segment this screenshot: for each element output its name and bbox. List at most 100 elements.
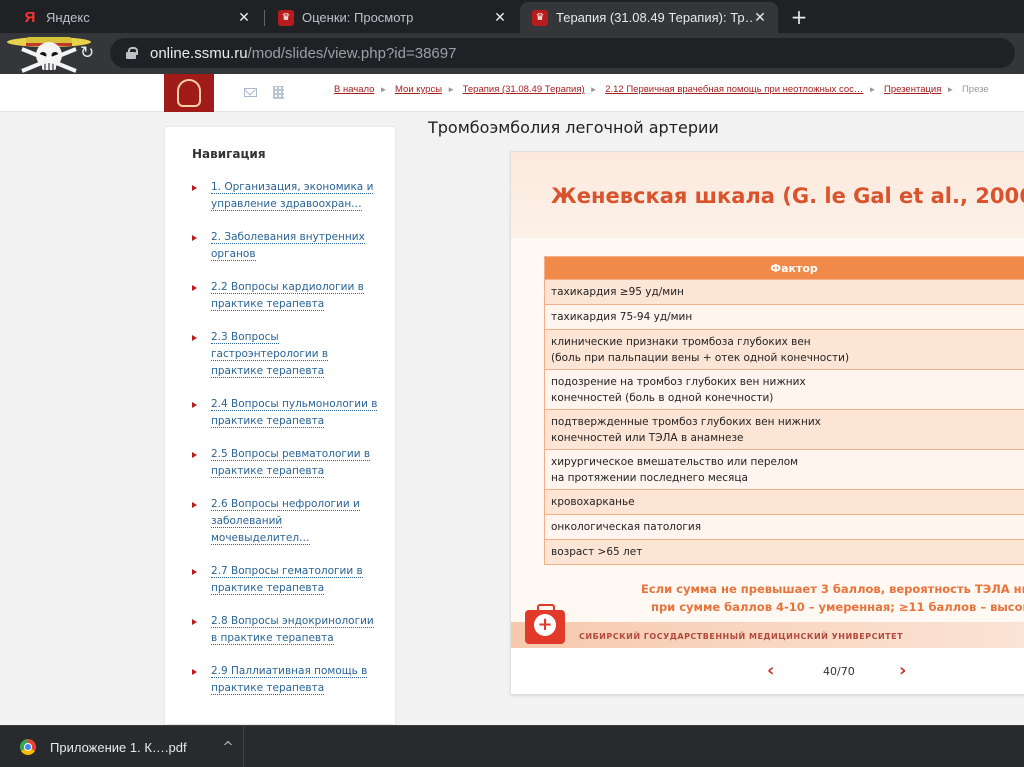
url-host: online.ssmu.ru — [150, 44, 248, 62]
address-bar[interactable]: online.ssmu.ru/mod/slides/view.php?id=38… — [110, 38, 1015, 68]
download-filename[interactable]: Приложение 1. К….pdf — [50, 740, 213, 755]
tab-title: Терапия (31.08.49 Терапия): Тр… — [556, 10, 752, 25]
url-path: /mod/slides/view.php?id=38697 — [247, 44, 457, 62]
triangle-right-icon — [192, 619, 197, 625]
breadcrumb-current: Презе — [961, 84, 989, 95]
table-row: онкологическая патология — [544, 514, 1024, 540]
slide-pager: ‹ 40/70 › — [511, 648, 1024, 694]
table-cell: хирургическое вмешательство или перелом н… — [544, 449, 1024, 490]
table-cell-text: (боль при пальпации вены + отек одной ко… — [551, 351, 850, 364]
triangle-right-icon — [192, 185, 197, 191]
close-icon[interactable]: ✕ — [752, 9, 768, 26]
mail-icon[interactable] — [244, 88, 257, 97]
table-row: подтвержденные тромбоз глубоких вен нижн… — [544, 409, 1024, 450]
crest-icon — [177, 79, 201, 107]
nav-item[interactable]: 2.8 Вопросы эндокринологии в практике те… — [192, 613, 382, 647]
navigation-block: Навигация 1. Организация, экономика и уп… — [164, 126, 396, 725]
university-name: СИБИРСКИЙ ГОСУДАРСТВЕННЫЙ МЕДИЦИНСКИЙ УН… — [579, 632, 904, 641]
nav-item[interactable]: 2.5 Вопросы ревматологии в практике тера… — [192, 446, 382, 480]
close-icon[interactable]: ✕ — [492, 9, 508, 26]
breadcrumb-separator: ► — [946, 85, 955, 94]
previous-slide-button[interactable]: ‹ — [767, 660, 774, 681]
table-cell-text: клинические признаки тромбоза глубоких в… — [551, 335, 811, 348]
ssmu-logo[interactable] — [164, 74, 214, 112]
nav-item-label[interactable]: 2.3 Вопросы гастроэнтерологии в практике… — [211, 331, 329, 378]
table-cell-text: кровохарканье — [551, 496, 635, 508]
triangle-right-icon — [192, 335, 197, 341]
close-icon[interactable]: ✕ — [236, 9, 252, 26]
table-cell: тахикардия 75-94 уд/мин — [544, 304, 1024, 330]
browser-toolbar: ↻ online.ssmu.ru/mod/slides/view.php?id=… — [0, 33, 1024, 74]
nav-item[interactable]: 2.4 Вопросы пульмонологии в практике тер… — [192, 396, 382, 430]
tab-strip: Я Яндекс ✕ ♛ Оценки: Просмотр ✕ ♛ Терапи… — [0, 0, 1024, 33]
ssmu-icon: ♛ — [532, 9, 548, 26]
nav-item[interactable]: 2.2 Вопросы кардиологии в практике терап… — [192, 279, 382, 313]
triangle-right-icon — [192, 285, 197, 291]
tab-title: Оценки: Просмотр — [302, 10, 414, 25]
breadcrumb-section[interactable]: 2.12 Первичная врачебная помощь при неот… — [605, 84, 863, 95]
slide-note-line: при сумме баллов 4-10 – умеренная; ≥11 б… — [651, 600, 1024, 614]
table-row: возраст >65 лет — [544, 539, 1024, 565]
breadcrumb-separator: ► — [868, 85, 877, 94]
tab-yandex[interactable]: Я Яндекс ✕ — [10, 2, 262, 33]
slide-counter: 40/70 — [823, 665, 855, 678]
ssmu-icon: ♛ — [278, 9, 294, 26]
nav-item[interactable]: 2.7 Вопросы гематологии в практике терап… — [192, 563, 382, 597]
triangle-right-icon — [192, 402, 197, 408]
table-cell: онкологическая патология — [544, 514, 1024, 540]
table-cell: кровохарканье — [544, 489, 1024, 515]
triangle-right-icon — [192, 569, 197, 575]
nav-item[interactable]: 2. Заболевания внутренних органов — [192, 229, 382, 263]
breadcrumb-course[interactable]: Терапия (31.08.49 Терапия) — [463, 84, 585, 95]
tab-divider — [264, 10, 265, 26]
nav-item-label[interactable]: 2.9 Паллиативная помощь в практике терап… — [211, 665, 368, 695]
nav-item-label[interactable]: 2.2 Вопросы кардиологии в практике терап… — [211, 281, 364, 311]
nav-item-label[interactable]: 2.4 Вопросы пульмонологии в практике тер… — [211, 398, 378, 428]
new-tab-button[interactable]: + — [786, 4, 812, 30]
nav-item-label[interactable]: 2.7 Вопросы гематологии в практике терап… — [211, 565, 363, 595]
triangle-right-icon — [192, 502, 197, 508]
download-bar: Приложение 1. К….pdf ^ — [0, 725, 1024, 767]
next-slide-button[interactable]: › — [899, 660, 906, 681]
table-cell-text: хирургическое вмешательство или перелом — [551, 455, 799, 468]
tab-therapy[interactable]: ♛ Терапия (31.08.49 Терапия): Тр… ✕ — [520, 2, 778, 33]
nav-item[interactable]: 2.6 Вопросы нефрологии и заболеваний моч… — [192, 496, 382, 547]
grid-icon[interactable] — [273, 86, 284, 99]
navigation-title: Навигация — [192, 147, 266, 161]
table-cell-text: тахикардия 75-94 уд/мин — [551, 311, 693, 323]
triangle-right-icon — [192, 669, 197, 675]
nav-item-label[interactable]: 2.8 Вопросы эндокринологии в практике те… — [211, 615, 374, 645]
nav-item[interactable]: 2.3 Вопросы гастроэнтерологии в практике… — [192, 329, 382, 380]
breadcrumb: В начало ► Мои курсы ► Терапия (31.08.49 Т… — [334, 84, 989, 95]
nav-item-label[interactable]: 2.6 Вопросы нефрологии и заболеваний моч… — [211, 498, 360, 545]
triangle-right-icon — [192, 235, 197, 241]
nav-item-label[interactable]: 2.5 Вопросы ревматологии в практике тера… — [211, 448, 371, 478]
table-cell: клинические признаки тромбоза глубоких в… — [544, 329, 1024, 370]
chevron-up-icon[interactable]: ^ — [213, 740, 243, 755]
reload-button[interactable]: ↻ — [80, 43, 94, 63]
lock-icon — [126, 47, 138, 59]
nav-item[interactable]: 1. Организация, экономика и управление з… — [192, 179, 382, 213]
table-cell: подозрение на тромбоз глубоких вен нижни… — [544, 369, 1024, 410]
nav-item-label[interactable]: 2. Заболевания внутренних органов — [211, 231, 365, 261]
table-cell-text: возраст >65 лет — [551, 546, 643, 558]
table-cell-text: онкологическая патология — [551, 521, 702, 533]
breadcrumb-separator: ► — [447, 85, 455, 94]
nav-item-label[interactable]: 1. Организация, экономика и управление з… — [211, 181, 374, 211]
page-viewport: В начало ► Мои курсы ► Терапия (31.08.49 Т… — [0, 74, 1024, 725]
table-cell-text: тахикардия ≥95 уд/мин — [551, 286, 684, 298]
download-item[interactable]: Приложение 1. К….pdf ^ — [0, 726, 244, 767]
breadcrumb-my-courses[interactable]: Мои курсы — [395, 84, 442, 95]
breadcrumb-home[interactable]: В начало — [334, 84, 374, 95]
tab-grades[interactable]: ♛ Оценки: Просмотр ✕ — [266, 2, 518, 33]
first-aid-kit-icon — [525, 604, 565, 644]
table-cell-text: подозрение на тромбоз глубоких вен нижни… — [551, 375, 806, 388]
triangle-right-icon — [192, 452, 197, 458]
table-cell-text: подтвержденные тромбоз глубоких вен нижн… — [551, 415, 821, 428]
slide-title: Женевская шкала (G. le Gal et al., 2006)… — [551, 184, 1024, 208]
table-cell-text: на протяжении последнего месяца — [551, 471, 748, 484]
breadcrumb-presentation[interactable]: Презентация — [884, 84, 941, 95]
table-row: тахикардия 75-94 уд/мин — [544, 304, 1024, 330]
nav-item[interactable]: 2.9 Паллиативная помощь в практике терап… — [192, 663, 382, 697]
table-row: кровохарканье — [544, 489, 1024, 515]
